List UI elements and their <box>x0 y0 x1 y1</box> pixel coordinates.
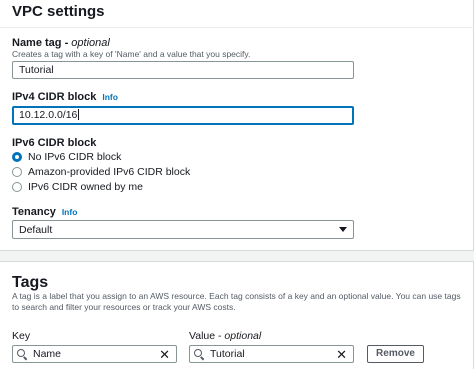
radio-no-ipv6[interactable]: No IPv6 CIDR block <box>12 150 121 164</box>
section-divider <box>0 27 474 28</box>
dropdown-arrow-icon <box>339 227 347 232</box>
ipv6-cidr-label: IPv6 CIDR block <box>12 137 97 149</box>
clear-icon[interactable]: ✕ <box>159 348 170 361</box>
key-column-label: Key <box>12 330 31 342</box>
vpc-settings-title: VPC settings <box>12 3 105 20</box>
radio-button-selected[interactable] <box>12 152 22 162</box>
value-column-label: Value - optional <box>189 330 262 342</box>
ipv4-info-link[interactable]: Info <box>102 92 118 102</box>
search-icon <box>194 349 204 359</box>
tenancy-info-link[interactable]: Info <box>62 207 78 217</box>
ipv4-cidr-input[interactable]: 10.12.0.0/16 <box>12 106 354 125</box>
tags-description: A tag is a label that you assign to an A… <box>12 291 461 312</box>
tags-title: Tags <box>12 274 49 291</box>
tag-key-value: Name <box>33 348 62 360</box>
radio-amazon-ipv6[interactable]: Amazon-provided IPv6 CIDR block <box>12 165 190 179</box>
section-separator <box>0 250 474 262</box>
radio-label: No IPv6 CIDR block <box>28 151 122 163</box>
vpc-settings-panel: VPC settings Name tag - optional Creates… <box>0 0 474 250</box>
radio-label: Amazon-provided IPv6 CIDR block <box>28 166 191 178</box>
radio-button[interactable] <box>12 182 22 192</box>
radio-button[interactable] <box>12 167 22 177</box>
ipv4-cidr-label: IPv4 CIDR block Info <box>12 91 118 103</box>
clear-icon[interactable]: ✕ <box>336 348 347 361</box>
name-tag-label: Name tag - optional <box>12 37 110 49</box>
remove-tag-button[interactable]: Remove <box>367 345 424 363</box>
tenancy-label: Tenancy Info <box>12 206 78 218</box>
text-cursor <box>78 109 80 120</box>
tag-key-input[interactable]: Name ✕ <box>12 345 177 363</box>
tag-value-input[interactable]: Tutorial ✕ <box>189 345 354 363</box>
search-icon <box>17 349 27 359</box>
tag-value-value: Tutorial <box>210 348 245 360</box>
radio-label: IPv6 CIDR owned by me <box>28 181 143 193</box>
radio-owned-ipv6[interactable]: IPv6 CIDR owned by me <box>12 180 143 194</box>
name-tag-hint: Creates a tag with a key of 'Name' and a… <box>12 49 251 59</box>
tenancy-select[interactable]: Default <box>12 220 354 239</box>
tenancy-value: Default <box>19 224 53 236</box>
name-tag-input[interactable]: Tutorial <box>12 61 354 79</box>
